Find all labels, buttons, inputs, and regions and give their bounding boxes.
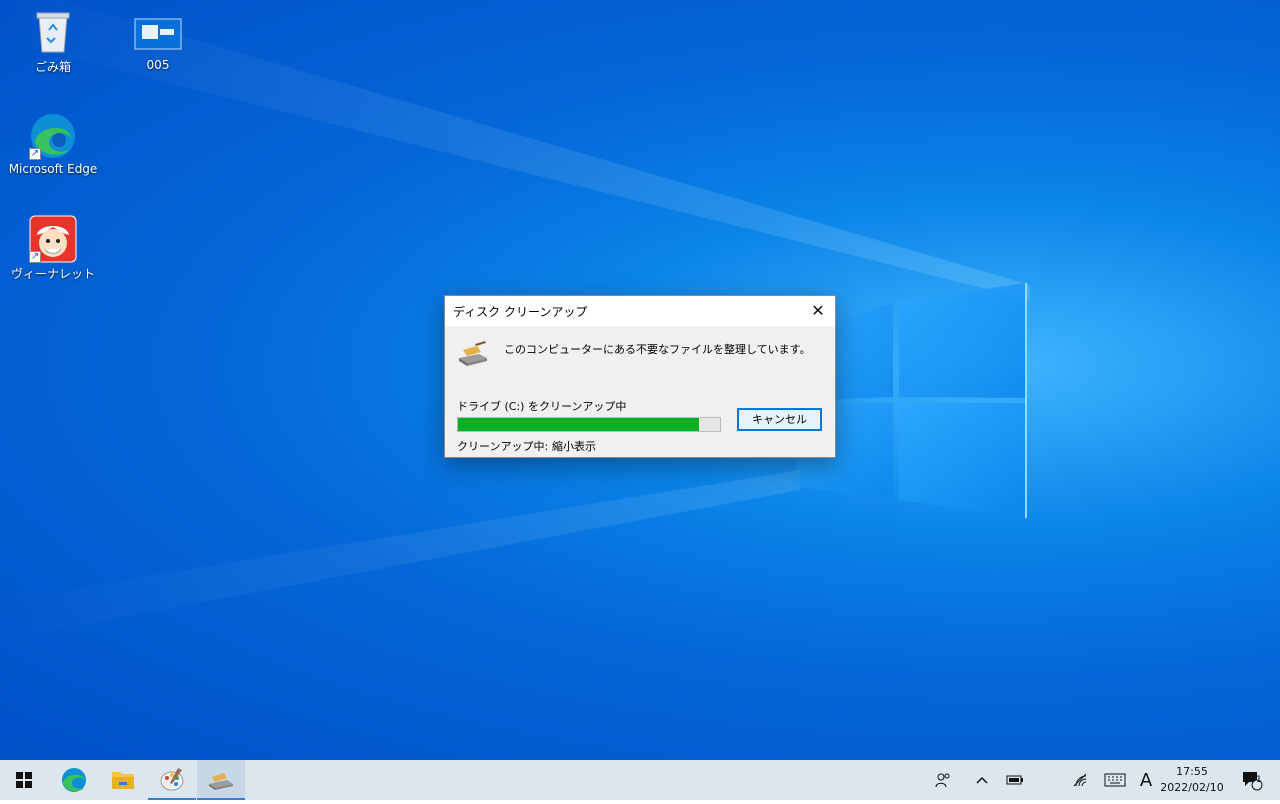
ime-indicator[interactable]: A bbox=[1134, 760, 1158, 800]
drive-label: ドライブ (C:) をクリーンアップ中 bbox=[457, 400, 627, 413]
battery-icon[interactable] bbox=[1000, 760, 1030, 800]
taskbar-disk-cleanup[interactable] bbox=[197, 760, 245, 800]
taskbar: A 17:55 2022/02/10 1 bbox=[0, 760, 1280, 800]
desktop-icon-edge[interactable]: ↗ Microsoft Edge bbox=[5, 112, 101, 176]
disk-cleanup-icon bbox=[457, 340, 489, 368]
notification-center-button[interactable]: 1 bbox=[1232, 760, 1272, 800]
recycle-bin-icon bbox=[29, 8, 77, 56]
progress-fill bbox=[458, 418, 700, 431]
desktop-icon-recycle-bin[interactable]: ごみ箱 bbox=[5, 8, 101, 75]
dialog-title: ディスク クリーンアップ bbox=[453, 305, 588, 319]
dialog-message: このコンピューターにある不要なファイルを整理しています。 bbox=[504, 343, 811, 356]
close-icon[interactable]: ✕ bbox=[801, 296, 835, 326]
desktop-icon-label: 005 bbox=[146, 58, 170, 72]
taskbar-file-explorer[interactable] bbox=[99, 760, 147, 800]
shortcut-arrow-icon: ↗ bbox=[29, 148, 41, 160]
desktop-icon-venaret[interactable]: ↗ ヴィーナレット bbox=[5, 215, 101, 282]
progress-bar bbox=[457, 417, 721, 432]
wifi-icon[interactable] bbox=[1066, 760, 1096, 800]
folder-icon bbox=[112, 772, 134, 789]
paint-palette-icon bbox=[160, 768, 184, 791]
windows-logo-icon bbox=[16, 772, 32, 788]
people-icon[interactable] bbox=[928, 760, 958, 800]
desktop-icon-label: Microsoft Edge bbox=[8, 162, 98, 176]
desktop-icon-label: ごみ箱 bbox=[34, 60, 71, 74]
shortcut-arrow-icon: ↗ bbox=[29, 251, 41, 263]
chevron-up-icon[interactable] bbox=[970, 760, 994, 800]
edge-icon bbox=[62, 768, 86, 792]
desktop: ごみ箱 005 ↗ Microsoft Edge ↗ ヴィーナレット ディスク … bbox=[0, 0, 1280, 760]
clock-date: 2022/02/10 bbox=[1160, 781, 1224, 794]
status-value: 縮小表示 bbox=[552, 440, 596, 453]
status-label: クリーンアップ中: bbox=[457, 440, 549, 453]
disk-cleanup-dialog: ディスク クリーンアップ ✕ このコンピューターにある不要なファイルを整理してい… bbox=[444, 295, 836, 458]
cancel-button[interactable]: キャンセル bbox=[737, 408, 822, 431]
window-thumbnail-icon bbox=[134, 16, 182, 56]
app-character-icon: ↗ bbox=[29, 215, 77, 263]
clock[interactable]: 17:55 2022/02/10 bbox=[1157, 764, 1227, 796]
disk-cleanup-icon bbox=[209, 773, 233, 790]
desktop-icon-label: ヴィーナレット bbox=[10, 267, 95, 281]
desktop-icon-005[interactable]: 005 bbox=[110, 16, 206, 72]
notification-count: 1 bbox=[1256, 775, 1262, 785]
dialog-titlebar[interactable]: ディスク クリーンアップ ✕ bbox=[445, 296, 835, 326]
start-button[interactable] bbox=[0, 760, 48, 800]
edge-icon: ↗ bbox=[29, 112, 77, 160]
clock-time: 17:55 bbox=[1176, 765, 1208, 778]
taskbar-edge[interactable] bbox=[50, 760, 98, 800]
taskbar-paint[interactable] bbox=[148, 760, 196, 800]
keyboard-icon[interactable] bbox=[1100, 760, 1130, 800]
